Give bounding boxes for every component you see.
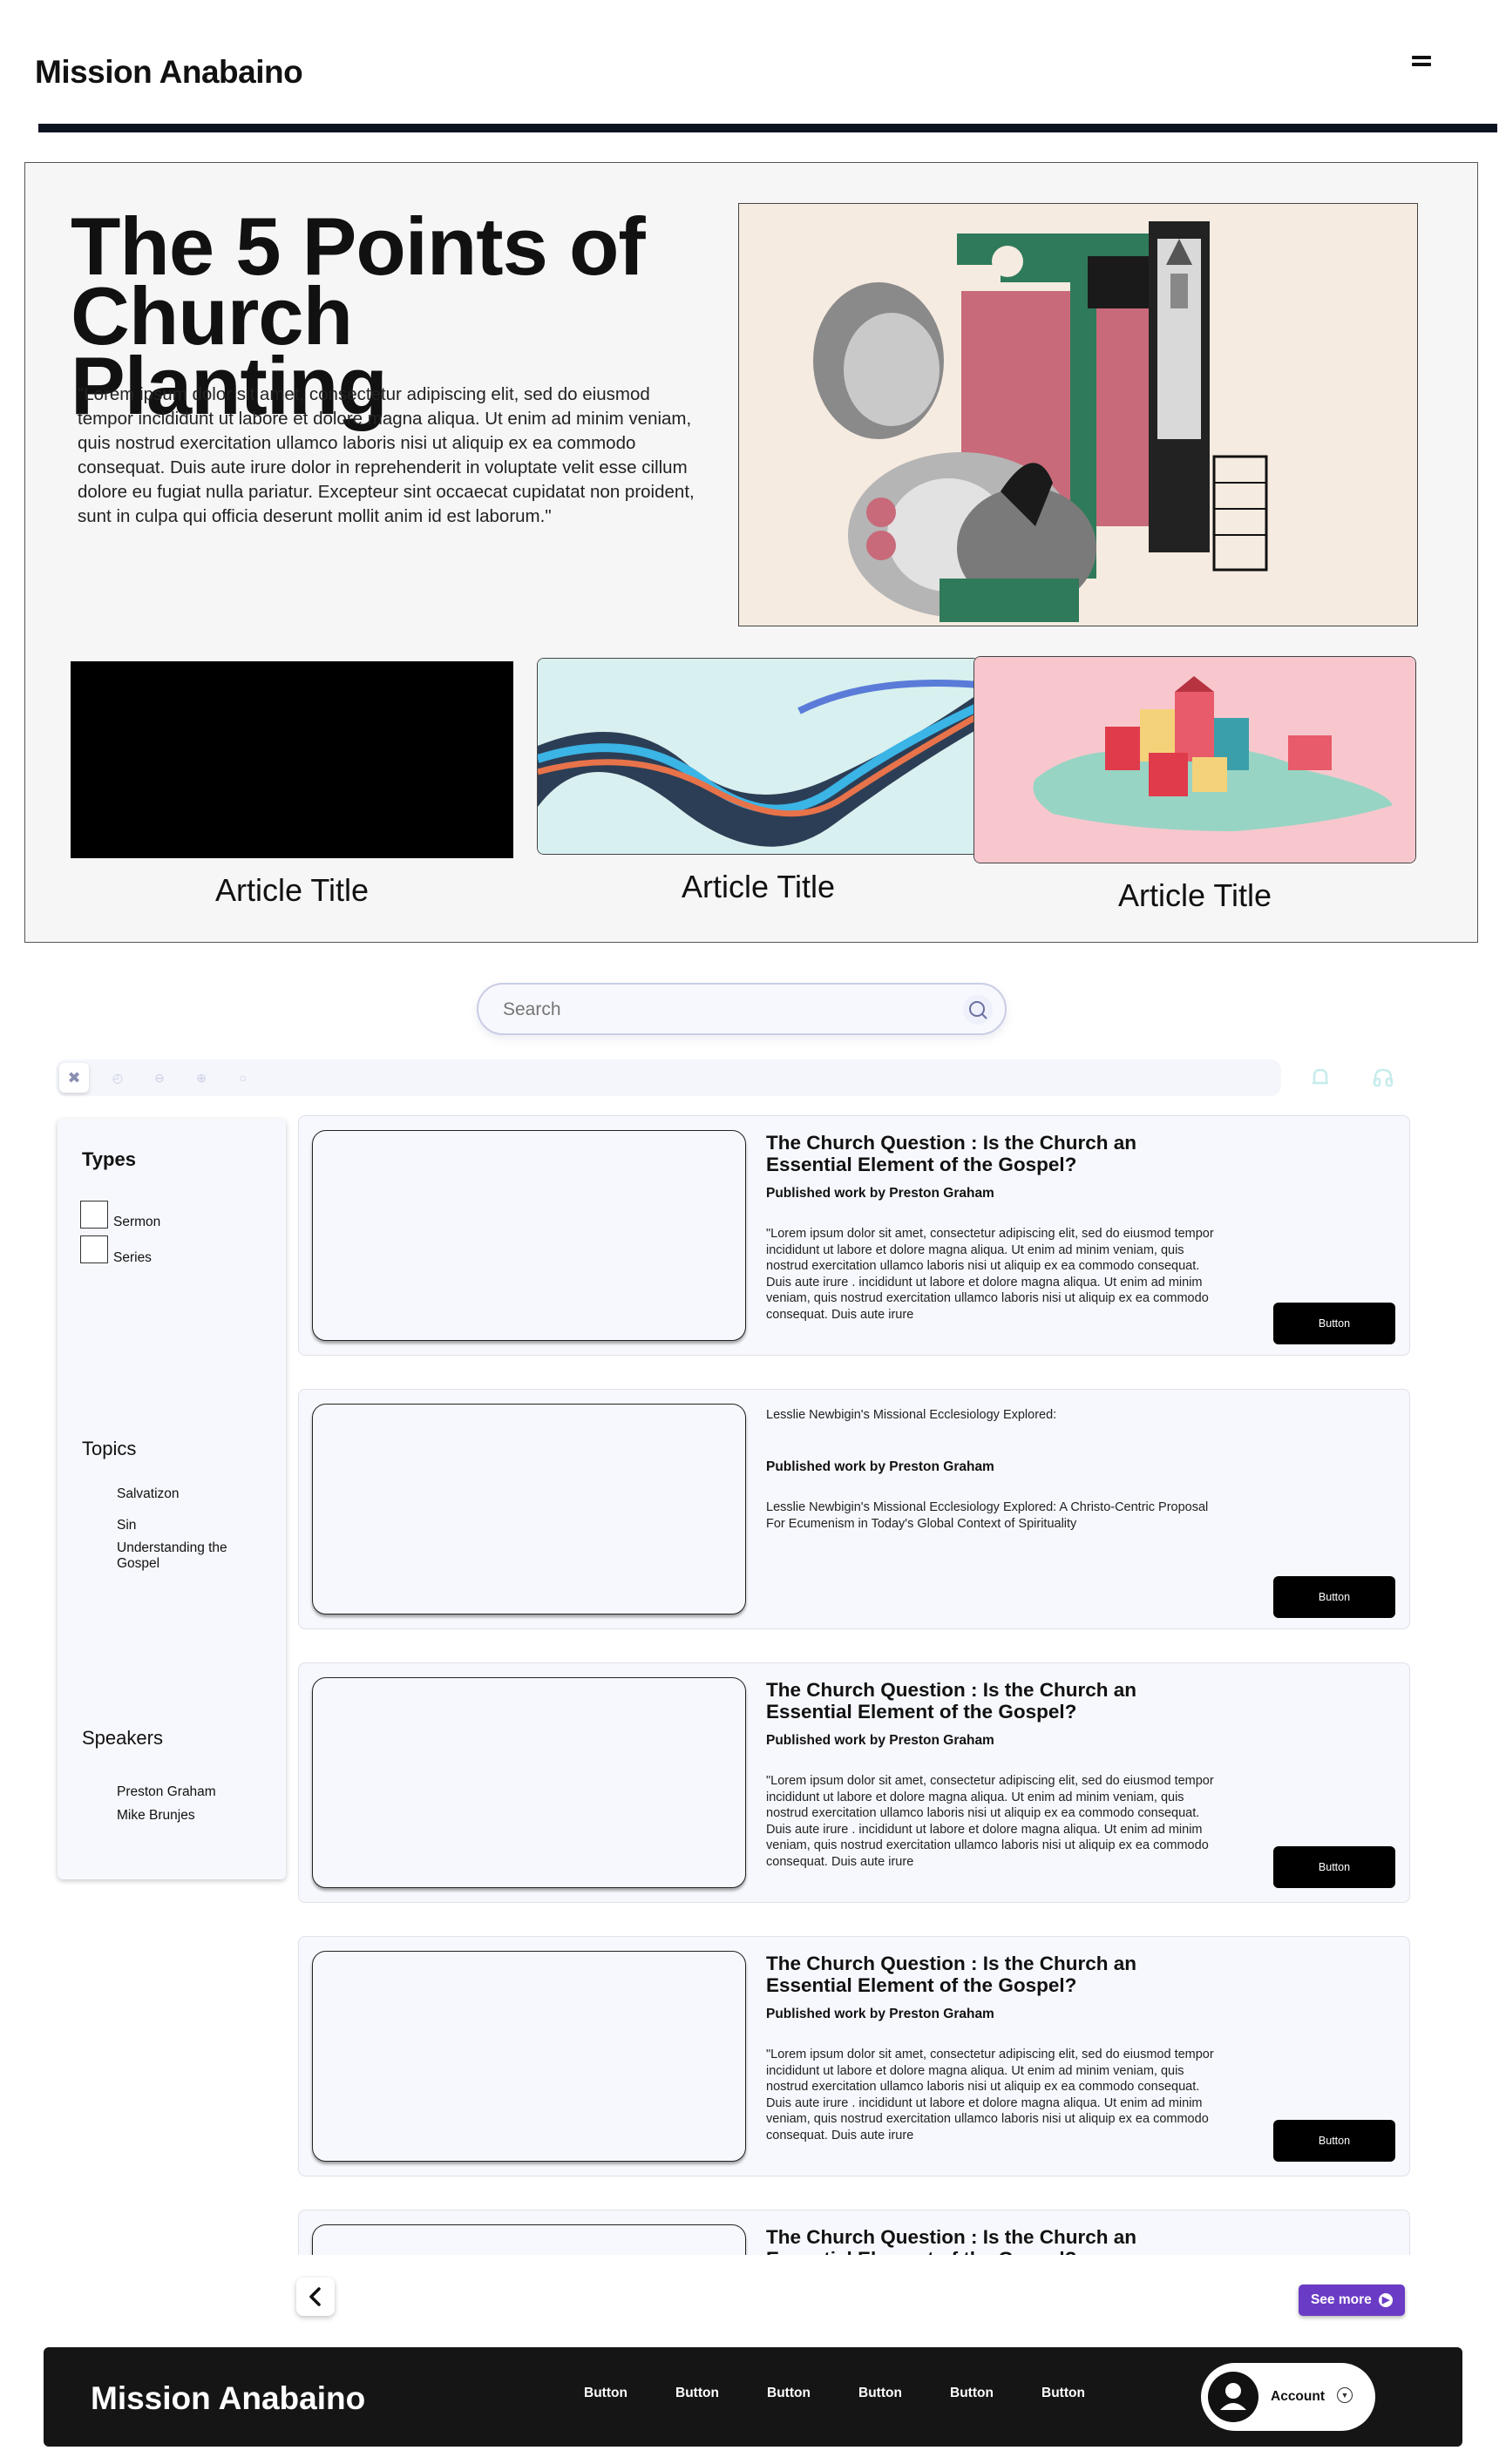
item-thumbnail[interactable] — [312, 1951, 746, 2162]
topic-item[interactable]: Salvatizon — [117, 1486, 180, 1502]
item-description: "Lorem ipsum dolor sit amet, consectetur… — [766, 1774, 1214, 1869]
content-feed: The Church Question : Is the Church an E… — [296, 1115, 1412, 2255]
footer-nav-button[interactable]: Button — [950, 2386, 994, 2401]
item-button[interactable]: Button — [1273, 2120, 1395, 2162]
item-thumbnail[interactable] — [312, 2224, 746, 2255]
search-icon[interactable] — [963, 995, 993, 1025]
item-button[interactable]: Button — [1273, 1303, 1395, 1344]
bell-icon[interactable] — [1307, 1065, 1333, 1091]
checkbox-sermon[interactable] — [80, 1201, 108, 1229]
close-icon[interactable]: ✖ — [59, 1063, 89, 1093]
item-title[interactable]: The Church Question : Is the Church an E… — [766, 1132, 1167, 1175]
list-item[interactable]: Lesslie Newbigin's Missional Ecclesiolog… — [298, 1389, 1410, 1629]
account-button[interactable]: Account ▼ — [1201, 2363, 1375, 2431]
topic-item[interactable]: Sin — [117, 1518, 136, 1533]
see-more-label: See more — [1310, 2292, 1372, 2307]
item-button[interactable]: Button — [1273, 1576, 1395, 1618]
item-title[interactable]: The Church Question : Is the Church an E… — [766, 1679, 1167, 1723]
checkbox-series[interactable] — [80, 1235, 108, 1263]
article-thumbnail-village — [973, 656, 1416, 863]
type-label-series[interactable]: Series — [113, 1250, 152, 1266]
footer-nav-button[interactable]: Button — [858, 2386, 902, 2401]
hero-section: The 5 Points of Church Planting "Lorem i… — [24, 162, 1478, 943]
filter-sidebar: Types Sermon Series Topics Salvatizon Si… — [58, 1119, 286, 1879]
account-label: Account — [1271, 2389, 1325, 2404]
footer-nav-button[interactable]: Button — [767, 2386, 811, 2401]
arrow-right-circle-icon: ▶ — [1379, 2292, 1394, 2307]
item-thumbnail[interactable] — [312, 1404, 746, 1614]
speakers-heading: Speakers — [82, 1727, 163, 1749]
topics-heading: Topics — [82, 1438, 137, 1459]
item-title[interactable]: Lesslie Newbigin's Missional Ecclesiolog… — [766, 1407, 1228, 1424]
settings-icon[interactable]: ⊕ — [191, 1067, 212, 1088]
footer-nav-button[interactable]: Button — [675, 2386, 719, 2401]
header-divider — [38, 124, 1497, 132]
article-card[interactable]: Article Title — [71, 661, 513, 908]
item-description: "Lorem ipsum dolor sit amet, consectetur… — [766, 1227, 1214, 1322]
item-thumbnail[interactable] — [312, 1130, 746, 1341]
item-title[interactable]: The Church Question : Is the Church an E… — [766, 2226, 1167, 2255]
site-brand[interactable]: Mission Anabaino — [35, 54, 303, 91]
article-title[interactable]: Article Title — [973, 877, 1416, 914]
chevron-left-icon[interactable] — [296, 2278, 335, 2316]
circle-icon[interactable]: ○ — [233, 1067, 254, 1088]
item-thumbnail[interactable] — [312, 1677, 746, 1888]
avatar-icon — [1208, 2372, 1258, 2422]
item-author: Published work by Preston Graham — [766, 1459, 994, 1474]
hero-collage-image — [738, 203, 1418, 626]
article-thumbnail-waves — [537, 658, 980, 855]
hero-text: "Lorem ipsum dolor sit amet, consectetur… — [78, 384, 695, 526]
item-author: Published work by Preston Graham — [766, 1186, 994, 1201]
see-more-button[interactable]: See more ▶ — [1299, 2285, 1405, 2316]
article-card[interactable]: Article Title — [973, 656, 1416, 913]
footer-nav-button[interactable]: Button — [1041, 2386, 1085, 2401]
item-description: "Lorem ipsum dolor sit amet, consectetur… — [766, 2048, 1214, 2142]
list-item[interactable]: The Church Question : Is the Church an E… — [298, 2210, 1410, 2255]
item-author: Published work by Preston Graham — [766, 2007, 994, 2021]
site-footer: Mission Anabaino Button Button Button Bu… — [44, 2347, 1462, 2447]
chevron-down-icon: ▼ — [1337, 2387, 1353, 2403]
item-title[interactable]: The Church Question : Is the Church an E… — [766, 1953, 1167, 1996]
type-label-sermon[interactable]: Sermon — [113, 1215, 160, 1230]
menu-icon[interactable] — [1412, 56, 1431, 68]
article-title[interactable]: Article Title — [71, 872, 513, 909]
article-title[interactable]: Article Title — [537, 869, 980, 905]
list-item[interactable]: The Church Question : Is the Church an E… — [298, 1662, 1410, 1903]
topic-item[interactable]: Understanding the Gospel — [117, 1540, 256, 1572]
search-bar[interactable] — [477, 983, 1007, 1035]
search-input[interactable] — [503, 997, 939, 1023]
article-thumbnail — [71, 661, 513, 858]
headset-icon[interactable] — [1370, 1065, 1396, 1091]
item-button[interactable]: Button — [1273, 1846, 1395, 1888]
speaker-item[interactable]: Mike Brunjes — [117, 1808, 195, 1824]
filter-toolbar: ✖ ◴ ⊖ ⊕ ○ — [56, 1059, 1281, 1096]
footer-nav-button[interactable]: Button — [584, 2386, 628, 2401]
item-author: Published work by Preston Graham — [766, 1733, 994, 1748]
list-item[interactable]: The Church Question : Is the Church an E… — [298, 1936, 1410, 2176]
item-description: Lesslie Newbigin's Missional Ecclesiolog… — [766, 1500, 1209, 1531]
article-card[interactable]: Article Title — [537, 658, 980, 904]
list-item[interactable]: The Church Question : Is the Church an E… — [298, 1115, 1410, 1356]
speaker-item[interactable]: Preston Graham — [117, 1784, 216, 1800]
footer-brand[interactable]: Mission Anabaino — [91, 2380, 365, 2417]
types-heading: Types — [82, 1148, 136, 1170]
history-icon[interactable]: ◴ — [107, 1067, 128, 1088]
minus-circle-icon[interactable]: ⊖ — [149, 1067, 170, 1088]
